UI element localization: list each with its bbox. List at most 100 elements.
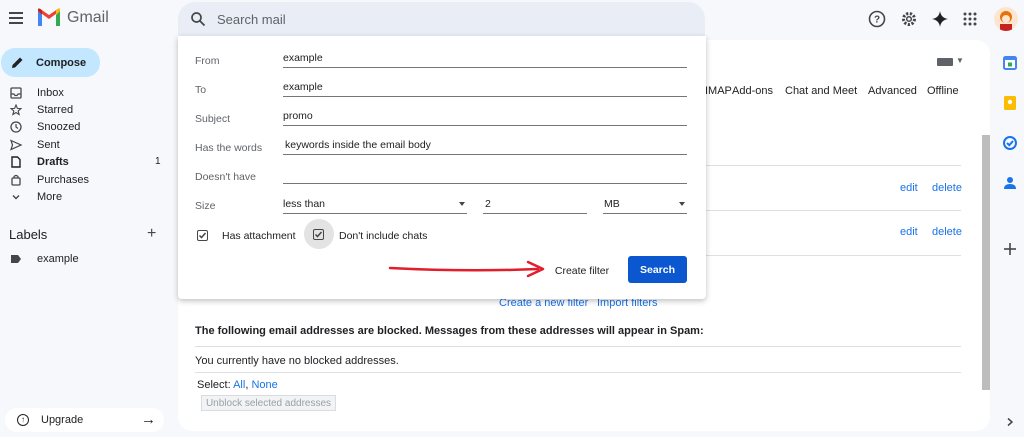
row-divider: [195, 346, 961, 347]
sidebar-item-sent[interactable]: Sent: [0, 136, 170, 153]
select-all-link[interactable]: All: [233, 379, 245, 391]
chevron-down-icon: [10, 191, 22, 203]
tab-offline[interactable]: Offline: [927, 85, 959, 97]
sidebar-label-example[interactable]: example: [0, 251, 170, 267]
checkmark-icon: [198, 232, 207, 239]
gemini-sparkle-icon[interactable]: [930, 9, 950, 29]
label-name: example: [37, 253, 79, 265]
compose-label: Compose: [36, 56, 87, 69]
has-words-input[interactable]: keywords inside the email body: [283, 137, 687, 155]
add-apps-icon[interactable]: [1001, 240, 1019, 258]
inbox-icon: [10, 86, 22, 99]
size-unit-value: MB: [604, 198, 620, 210]
caret-down-icon[interactable]: ▼: [956, 56, 964, 65]
keep-notes-icon[interactable]: [1001, 94, 1019, 112]
top-bar: Gmail Search mail ?: [0, 0, 1024, 40]
tab-add-ons[interactable]: Add-ons: [732, 85, 773, 97]
size-comparator-value: less than: [283, 198, 326, 210]
send-icon: [10, 138, 22, 151]
filter-delete-link[interactable]: delete: [932, 226, 962, 238]
settings-gear-icon[interactable]: [899, 9, 919, 29]
search-button[interactable]: Search: [628, 256, 687, 283]
keyboard-icon[interactable]: [937, 58, 953, 66]
upgrade-button[interactable]: ↑ Upgrade →: [5, 408, 164, 432]
size-comparator-select[interactable]: less than: [283, 196, 467, 214]
sidebar-item-label: Inbox: [37, 86, 64, 99]
select-none-link[interactable]: None: [251, 379, 277, 391]
subject-label: Subject: [195, 113, 231, 125]
search-input[interactable]: Search mail: [217, 12, 286, 27]
row-divider: [195, 372, 961, 373]
add-label-icon[interactable]: +: [147, 225, 156, 243]
checkmark-icon: [314, 231, 323, 238]
sidebar-item-purchases[interactable]: Purchases: [0, 171, 170, 188]
select-controls: Select: All, None: [197, 379, 278, 391]
chevron-right-icon[interactable]: [1001, 413, 1019, 431]
size-unit-select[interactable]: MB: [603, 196, 687, 214]
sidebar-item-label: Starred: [37, 103, 74, 116]
sidebar-item-count: 1: [155, 156, 161, 167]
help-icon[interactable]: ?: [867, 9, 887, 29]
sidebar-item-label: Sent: [37, 138, 60, 151]
svg-text:?: ?: [874, 15, 880, 26]
search-bar[interactable]: Search mail: [178, 2, 705, 36]
hamburger-menu-icon[interactable]: [9, 12, 23, 24]
clock-icon: [10, 120, 22, 133]
pencil-icon: [12, 57, 23, 68]
dropdown-caret-icon: [679, 202, 685, 206]
has-words-label: Has the words: [195, 142, 263, 154]
sidebar-item-snoozed[interactable]: Snoozed: [0, 118, 170, 135]
has-attachment-label: Has attachment: [222, 230, 296, 242]
filter-delete-link[interactable]: delete: [932, 182, 962, 194]
upgrade-label: Upgrade: [41, 414, 84, 426]
shopping-bag-icon: [10, 174, 22, 186]
contacts-icon[interactable]: [1001, 174, 1019, 192]
sidebar-item-label: More: [37, 190, 63, 203]
subject-input[interactable]: promo: [283, 108, 687, 126]
tab-imap[interactable]: IMAP: [705, 85, 732, 97]
sidebar-item-drafts[interactable]: Drafts 1: [0, 153, 170, 170]
doesnt-have-label: Doesn't have: [195, 171, 256, 183]
label-tag-icon: [11, 255, 21, 263]
sidebar-item-more[interactable]: More: [0, 188, 170, 205]
scrollbar[interactable]: [982, 135, 990, 390]
compose-button[interactable]: Compose: [1, 48, 100, 77]
sidebar-item-inbox[interactable]: Inbox: [0, 84, 170, 101]
tab-advanced[interactable]: Advanced: [868, 85, 917, 97]
labels-heading: Labels: [9, 227, 48, 242]
gmail-m-icon: [38, 8, 60, 26]
create-filter-button[interactable]: Create filter: [542, 262, 622, 280]
has-attachment-checkbox[interactable]: [197, 230, 208, 241]
account-avatar[interactable]: [994, 7, 1018, 31]
arrow-right-icon: →: [141, 411, 156, 428]
apps-grid-icon[interactable]: [960, 9, 980, 29]
upgrade-icon: ↑: [17, 414, 29, 426]
sidebar-item-label: Snoozed: [37, 120, 81, 133]
file-icon: [10, 155, 22, 168]
blocked-addresses-heading: The following email addresses are blocke…: [195, 325, 704, 337]
gmail-logo[interactable]: Gmail: [37, 8, 109, 27]
no-blocked-message: You currently have no blocked addresses.: [195, 355, 399, 367]
tasks-icon[interactable]: [1001, 134, 1019, 152]
search-icon[interactable]: [190, 11, 206, 27]
dont-include-chats-checkbox[interactable]: [313, 229, 324, 240]
dont-include-chats-label: Don't include chats: [339, 230, 428, 242]
filter-edit-link[interactable]: edit: [900, 226, 918, 238]
tab-chat-and-meet[interactable]: Chat and Meet: [785, 85, 857, 97]
filter-edit-link[interactable]: edit: [900, 182, 918, 194]
from-label: From: [195, 55, 220, 67]
sidebar-item-label: Purchases: [37, 173, 89, 186]
doesnt-have-input[interactable]: [283, 166, 687, 184]
sidebar-item-starred[interactable]: Starred: [0, 101, 170, 118]
from-input[interactable]: example: [283, 50, 687, 68]
select-prefix: Select:: [197, 379, 231, 391]
sidebar-item-label: Drafts: [37, 155, 69, 168]
annotation-arrow-icon: [388, 260, 545, 278]
to-label: To: [195, 84, 207, 96]
calendar-icon[interactable]: [1001, 54, 1019, 72]
brand-name: Gmail: [67, 8, 109, 26]
size-amount-input[interactable]: 2: [483, 196, 587, 214]
unblock-selected-button[interactable]: Unblock selected addresses: [201, 395, 336, 411]
to-input[interactable]: example: [283, 79, 687, 97]
size-label: Size: [195, 200, 216, 212]
